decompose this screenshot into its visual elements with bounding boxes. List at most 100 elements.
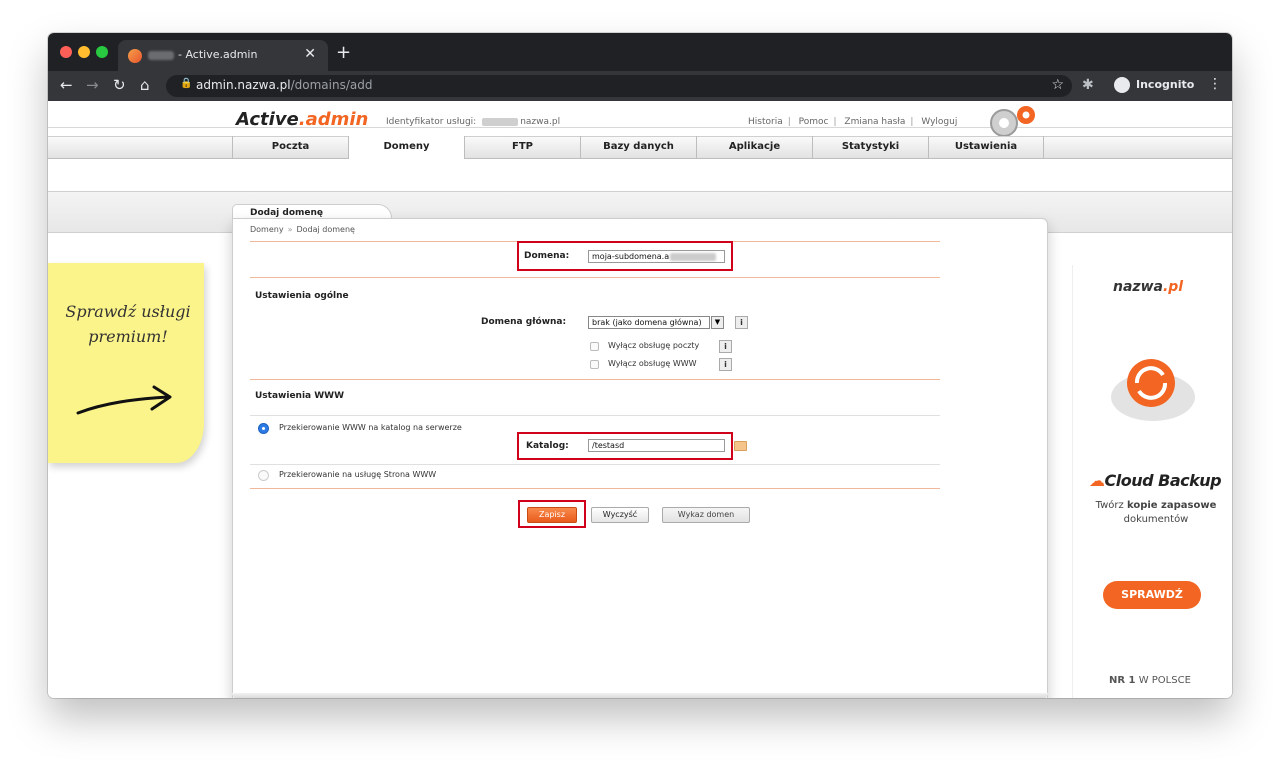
breadcrumb-domains[interactable]: Domeny — [250, 225, 284, 234]
disable-mail-checkbox[interactable] — [590, 342, 599, 351]
menu-item-poczta[interactable]: Poczta — [232, 136, 348, 159]
top-links: Historia | Pomoc | Zmiana hasła | Wyloguj — [748, 117, 957, 127]
domain-input[interactable]: moja-subdomena.a — [588, 250, 725, 263]
minimize-window-button[interactable] — [78, 46, 90, 58]
tab-title: - Active.admin — [178, 48, 258, 61]
save-button[interactable]: Zapisz — [527, 507, 577, 523]
cloud-backup-icon — [1111, 359, 1195, 421]
chevron-down-icon[interactable]: ▼ — [711, 316, 724, 329]
ad-desc-bold: kopie zapasowe — [1126, 500, 1217, 511]
ad-desc-pre: Twórz — [1095, 500, 1127, 511]
incognito-label: Incognito — [1136, 78, 1195, 91]
logo-main: Active — [236, 109, 299, 130]
radio-dir-redirect[interactable] — [258, 423, 269, 434]
main-domain-select[interactable]: brak (jako domena główna) — [588, 316, 710, 329]
info-icon[interactable]: i — [719, 340, 732, 353]
ad-nr1: NR 1 W POLSCE — [1109, 675, 1191, 686]
ad-description: Twórz kopie zapasowe dokumentów — [1085, 499, 1227, 527]
catalog-input[interactable]: /testasd — [588, 439, 725, 452]
info-icon[interactable]: i — [719, 358, 732, 371]
browser-toolbar: ← → ↻ ⌂ 🔒 admin.nazwa.pl/domains/add ☆ ✱… — [48, 71, 1232, 101]
back-icon[interactable]: ← — [60, 76, 73, 94]
clear-button[interactable]: Wyczyść — [591, 507, 649, 523]
radio-site-redirect[interactable] — [258, 470, 269, 481]
service-id-label: Identyfikator usługi: — [386, 117, 477, 127]
zoom-window-button[interactable] — [96, 46, 108, 58]
service-id-value: nazwa.pl — [520, 117, 561, 127]
disable-mail-label: Wyłącz obsługę poczty — [608, 341, 700, 350]
disable-www-checkbox[interactable] — [590, 360, 599, 369]
link-help[interactable]: Pomoc — [799, 117, 829, 127]
domain-input-value: moja-subdomena.a — [592, 252, 670, 261]
address-bar[interactable]: 🔒 admin.nazwa.pl/domains/add ☆ — [166, 75, 1072, 97]
disable-www-label: Wyłącz obsługę WWW — [608, 359, 697, 368]
divider — [250, 488, 940, 489]
arrow-icon — [76, 385, 172, 415]
gears-icon — [990, 106, 1035, 137]
home-icon[interactable]: ⌂ — [140, 76, 150, 94]
menu-item-domeny[interactable]: Domeny — [348, 136, 464, 159]
ad-nr-bold: NR 1 — [1109, 675, 1136, 686]
sticky-note-text: Sprawdź usługi premium! — [65, 302, 191, 346]
nazwa-pl-logo: nazwa.pl — [1113, 279, 1183, 295]
breadcrumb-current: Dodaj domenę — [296, 225, 355, 234]
menu-kebab-icon[interactable]: ⋮ — [1208, 76, 1222, 92]
link-change-password[interactable]: Zmiana hasła — [844, 117, 905, 127]
ad-banner[interactable]: nazwa.pl ☁Cloud Backup Twórz kopie zapas… — [1072, 265, 1232, 698]
ad-desc-post: dokumentów — [1123, 514, 1189, 525]
page-content: Active.admin Identyfikator usługi: nazwa.… — [48, 101, 1232, 698]
divider — [250, 464, 940, 465]
service-id: Identyfikator usługi: nazwa.pl — [386, 117, 560, 127]
www-settings-heading: Ustawienia WWW — [255, 391, 345, 401]
ad-check-button[interactable]: SPRAWDŹ — [1103, 581, 1201, 609]
close-window-button[interactable] — [60, 46, 72, 58]
breadcrumb-separator: » — [287, 225, 293, 234]
catalog-label: Katalog: — [526, 441, 569, 451]
menu-item-ftp[interactable]: FTP — [464, 136, 580, 159]
incognito-indicator[interactable]: Incognito — [1114, 77, 1194, 93]
logo-accent: .admin — [298, 109, 369, 130]
redacted-blur — [148, 50, 174, 60]
ad-logo-main: nazwa — [1113, 279, 1163, 295]
divider — [250, 379, 940, 380]
menu-item-ustawienia[interactable]: Ustawienia — [928, 136, 1044, 159]
radio-site-label: Przekierowanie na usługę Strona WWW — [279, 470, 437, 479]
link-logout[interactable]: Wyloguj — [921, 117, 957, 127]
cloud-icon: ☁ — [1089, 471, 1105, 490]
favicon-icon — [128, 49, 142, 63]
menu-item-bazy-danych[interactable]: Bazy danych — [580, 136, 696, 159]
separator: | — [787, 117, 791, 127]
url-host: admin.nazwa.pl — [196, 78, 291, 92]
tab-close-icon[interactable]: ✕ — [304, 46, 316, 62]
menu-item-aplikacje[interactable]: Aplikacje — [696, 136, 812, 159]
menu-item-statystyki[interactable]: Statystyki — [812, 136, 928, 159]
forward-icon[interactable]: → — [86, 76, 99, 94]
divider — [250, 277, 940, 278]
main-domain-label: Domena główna: — [481, 317, 567, 327]
ad-logo-accent: .pl — [1162, 279, 1184, 295]
info-icon[interactable]: i — [735, 316, 748, 329]
bookmark-star-icon[interactable]: ☆ — [1051, 77, 1064, 93]
radio-dir-label: Przekierowanie WWW na katalog na serwerz… — [279, 423, 462, 432]
link-history[interactable]: Historia — [748, 117, 783, 127]
active-admin-logo[interactable]: Active.admin — [236, 109, 368, 130]
extension-icon[interactable]: ✱ — [1082, 77, 1094, 93]
incognito-icon — [1114, 77, 1130, 93]
panel-footer — [232, 693, 1048, 698]
lock-icon: 🔒 — [180, 78, 193, 89]
redacted-blur — [482, 117, 519, 126]
breadcrumb: Domeny» Dodaj domenę — [250, 225, 355, 234]
general-settings-heading: Ustawienia ogólne — [255, 291, 349, 301]
premium-sticky-note[interactable]: Sprawdź usługi premium! — [48, 263, 204, 463]
browser-window: - Active.admin ✕ + ← → ↻ ⌂ 🔒 admin.nazwa… — [48, 33, 1232, 698]
new-tab-icon[interactable]: + — [336, 42, 351, 63]
folder-icon[interactable] — [734, 441, 747, 451]
reload-icon[interactable]: ↻ — [113, 76, 126, 94]
url-path: /domains/add — [290, 78, 373, 92]
domain-label: Domena: — [524, 251, 570, 261]
cloud-backup-title: ☁Cloud Backup — [1089, 471, 1222, 490]
separator: | — [910, 117, 914, 127]
browser-tab[interactable]: - Active.admin ✕ — [118, 40, 328, 71]
domain-list-button[interactable]: Wykaz domen — [662, 507, 750, 523]
tab-bar: - Active.admin ✕ + — [48, 33, 1232, 71]
